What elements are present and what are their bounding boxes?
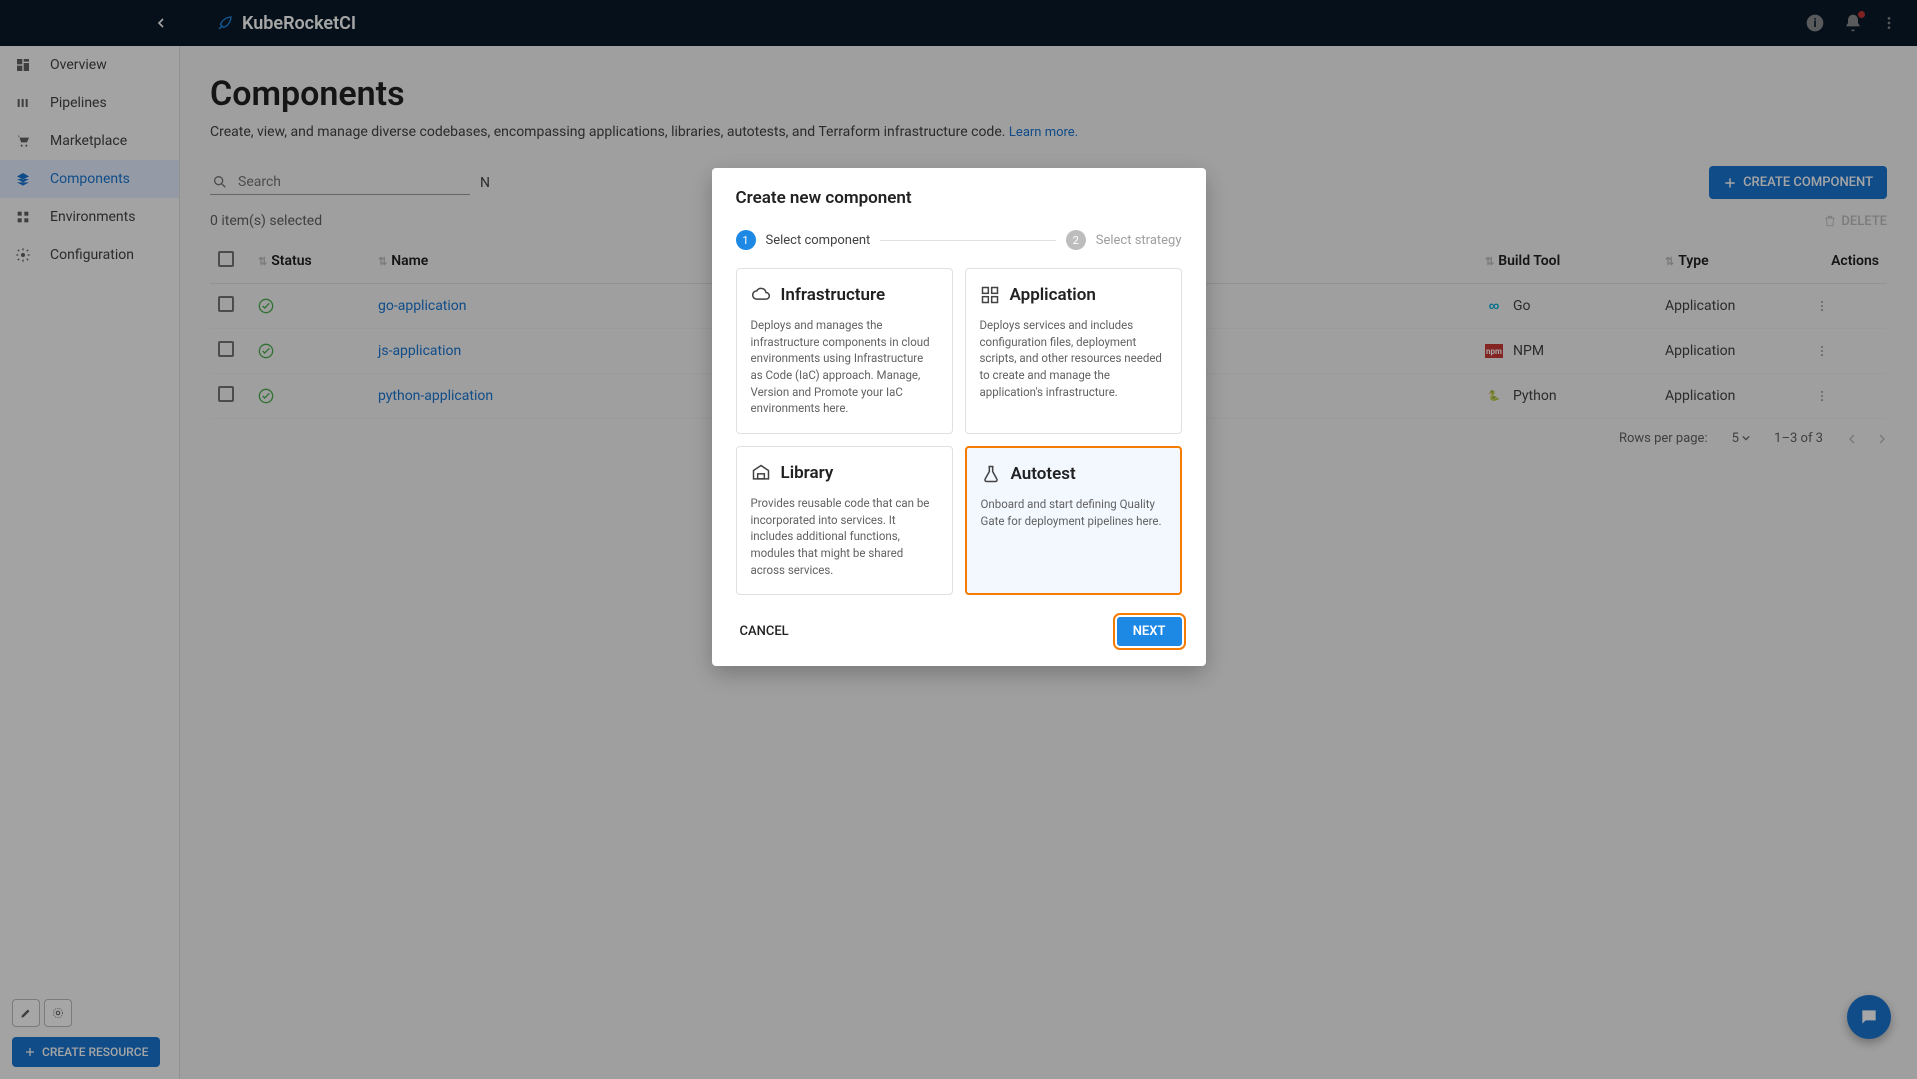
- create-component-dialog: Create new component 1 Select component …: [712, 168, 1206, 666]
- flask-icon: [981, 464, 1001, 484]
- step-2-label: Select strategy: [1096, 233, 1182, 248]
- cancel-button[interactable]: CANCEL: [736, 618, 793, 645]
- dialog-title: Create new component: [736, 188, 1182, 208]
- card-description: Deploys services and includes configurat…: [980, 317, 1167, 400]
- apps-icon: [980, 285, 1000, 305]
- card-description: Provides reusable code that can be incor…: [751, 495, 938, 578]
- next-button[interactable]: NEXT: [1117, 617, 1182, 646]
- step-2-circle: 2: [1066, 230, 1086, 250]
- step-1-label: Select component: [766, 233, 871, 248]
- card-title: Application: [1010, 285, 1096, 305]
- card-title: Infrastructure: [781, 285, 886, 305]
- cloud-icon: [751, 285, 771, 305]
- card-autotest[interactable]: Autotest Onboard and start defining Qual…: [965, 446, 1182, 595]
- card-description: Deploys and manages the infrastructure c…: [751, 317, 938, 417]
- card-title: Autotest: [1011, 464, 1076, 484]
- stepper: 1 Select component 2 Select strategy: [736, 230, 1182, 250]
- card-description: Onboard and start defining Quality Gate …: [981, 496, 1166, 529]
- card-infrastructure[interactable]: Infrastructure Deploys and manages the i…: [736, 268, 953, 434]
- card-title: Library: [781, 463, 834, 483]
- step-1-circle: 1: [736, 230, 756, 250]
- card-application[interactable]: Application Deploys services and include…: [965, 268, 1182, 434]
- card-library[interactable]: Library Provides reusable code that can …: [736, 446, 953, 595]
- library-icon: [751, 463, 771, 483]
- modal-overlay[interactable]: Create new component 1 Select component …: [0, 0, 1917, 1079]
